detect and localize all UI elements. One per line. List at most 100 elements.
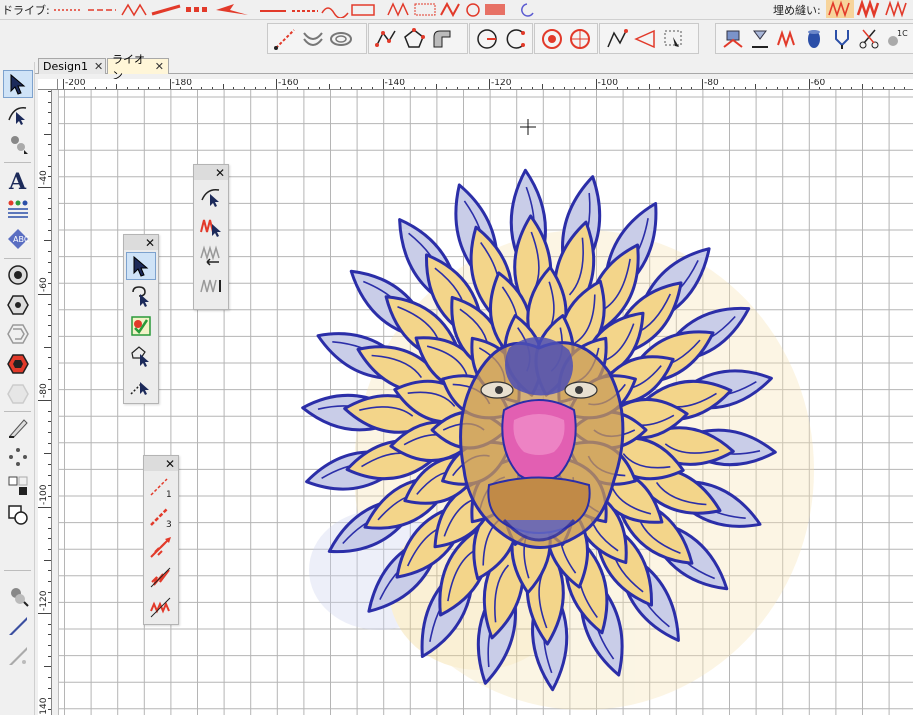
object-select-button[interactable]	[126, 312, 156, 340]
line-style-swatches[interactable]	[258, 1, 378, 18]
shape-combine-tool-button[interactable]	[3, 501, 33, 529]
ring-line-button[interactable]	[328, 25, 354, 52]
design-canvas[interactable]	[58, 90, 913, 715]
circle-center-button[interactable]	[474, 25, 500, 52]
polyline-button[interactable]	[373, 25, 399, 52]
run-triple-icon: 3	[150, 508, 172, 529]
color-change-icon: 1C	[888, 29, 908, 46]
circle-target-tool-button[interactable]	[3, 261, 33, 289]
spiral-tool-button[interactable]	[3, 320, 33, 348]
tab-design1-close-icon[interactable]: ✕	[94, 60, 103, 73]
ruler-minor-tick	[48, 261, 51, 263]
close-icon[interactable]: ✕	[165, 458, 175, 470]
tab-lion-close-icon[interactable]: ✕	[155, 60, 164, 73]
ruler-minor-tick	[48, 304, 51, 306]
floating-toolbar-select-header[interactable]: ✕	[124, 235, 158, 250]
grid-icon	[8, 476, 28, 495]
fill-style-swatches[interactable]	[385, 1, 535, 18]
jump-button[interactable]	[660, 25, 686, 52]
svg-text:1: 1	[166, 490, 172, 499]
manual-run-button[interactable]	[604, 25, 630, 52]
run-bean-button[interactable]	[146, 533, 176, 561]
circle-arc-button[interactable]	[502, 25, 528, 52]
lion-embroidery-design[interactable]	[59, 90, 913, 715]
ribbon-button[interactable]	[747, 25, 772, 52]
dots-tool-button[interactable]	[3, 443, 33, 471]
ruler-minor-tick	[48, 495, 51, 497]
reshape-tool-button[interactable]	[3, 100, 33, 128]
monogram-tool-button[interactable]	[3, 195, 33, 223]
ruler-minor-tick	[48, 463, 51, 465]
satin-zigzag-button[interactable]	[146, 593, 176, 621]
run-triple-button[interactable]: 3	[146, 503, 176, 531]
satin-line-button[interactable]	[300, 25, 326, 52]
badge-tool-button[interactable]: ABC	[3, 225, 33, 253]
ruler-label: -180	[171, 79, 192, 88]
circle-target-icon	[8, 265, 28, 285]
ruler-minor-tick	[44, 666, 51, 668]
hexagon-tool-button[interactable]	[3, 291, 33, 319]
reshape-zigzag-button[interactable]	[196, 212, 226, 240]
fill-stitch-swatches[interactable]	[826, 0, 913, 18]
tab-lion[interactable]: ライオン ✕	[107, 53, 169, 82]
star-button[interactable]	[539, 25, 565, 52]
floating-toolbar-select: ✕	[123, 234, 159, 404]
wheel-button[interactable]	[567, 25, 593, 52]
ruler-label: -80	[39, 383, 49, 398]
select-arrow-button[interactable]	[126, 252, 156, 280]
reshape-end-button[interactable]	[196, 272, 226, 300]
node-tool-button[interactable]	[3, 130, 33, 158]
ruler-minor-tick	[48, 549, 51, 551]
stitch-style-swatches[interactable]	[52, 1, 252, 18]
polygon-button[interactable]	[401, 25, 427, 52]
bead-tool-button[interactable]	[3, 582, 33, 610]
hexagon-gray-tool-button[interactable]	[3, 380, 33, 408]
grid-tool-button[interactable]	[3, 472, 33, 500]
reshape-line-button[interactable]	[196, 182, 226, 210]
line-run-button[interactable]	[272, 25, 298, 52]
ruler-major-tick	[808, 79, 810, 89]
curve-button[interactable]	[429, 25, 455, 52]
satin-run-button[interactable]	[146, 563, 176, 591]
cone-icon	[634, 29, 655, 48]
ruler-minor-tick	[48, 378, 51, 380]
spool-button[interactable]	[802, 25, 827, 52]
reshape-insert-button[interactable]	[196, 242, 226, 270]
node-icon	[11, 136, 28, 154]
zigzag-button[interactable]	[775, 25, 800, 52]
floating-toolbar-reshape: ✕	[193, 164, 229, 310]
needle-gray-tool-button[interactable]	[3, 642, 33, 670]
polygon-select-button[interactable]	[126, 342, 156, 370]
ruler-label: -80	[704, 79, 719, 88]
ruler-minor-tick	[48, 527, 51, 529]
ruler-minor-tick	[44, 453, 51, 455]
floating-toolbar-reshape-header[interactable]: ✕	[194, 165, 228, 180]
run-single-button[interactable]: 1	[146, 473, 176, 501]
ruler-minor-tick	[48, 538, 51, 540]
ruler-minor-tick	[48, 112, 51, 114]
needle-tool-button[interactable]	[3, 612, 33, 640]
tab-design1[interactable]: Design1 ✕	[38, 58, 106, 74]
text-tool-button[interactable]: A	[3, 166, 33, 194]
floating-toolbar-run-header[interactable]: ✕	[144, 456, 178, 471]
ruler-minor-tick	[48, 91, 51, 93]
color-change-button[interactable]: 1C	[884, 25, 909, 52]
close-icon[interactable]: ✕	[215, 167, 225, 179]
bead-icon	[11, 588, 29, 607]
fork-button[interactable]	[829, 25, 854, 52]
line-select-button[interactable]	[126, 372, 156, 400]
applique-button[interactable]	[720, 25, 745, 52]
reshape-insert-icon	[200, 245, 220, 266]
cone-button[interactable]	[632, 25, 658, 52]
dots-icon	[9, 448, 27, 466]
select-tool-button[interactable]	[3, 70, 33, 98]
hexagon-red-tool-button[interactable]	[3, 350, 33, 378]
circle-tools-group	[469, 23, 533, 54]
cut-button[interactable]	[856, 25, 881, 52]
lasso-select-button[interactable]	[126, 282, 156, 310]
ruler-minor-tick	[48, 123, 51, 125]
close-icon[interactable]: ✕	[145, 237, 155, 249]
knife-tool-button[interactable]	[3, 414, 33, 442]
ruler-minor-tick	[48, 421, 51, 423]
manual-run-icon	[607, 28, 628, 47]
